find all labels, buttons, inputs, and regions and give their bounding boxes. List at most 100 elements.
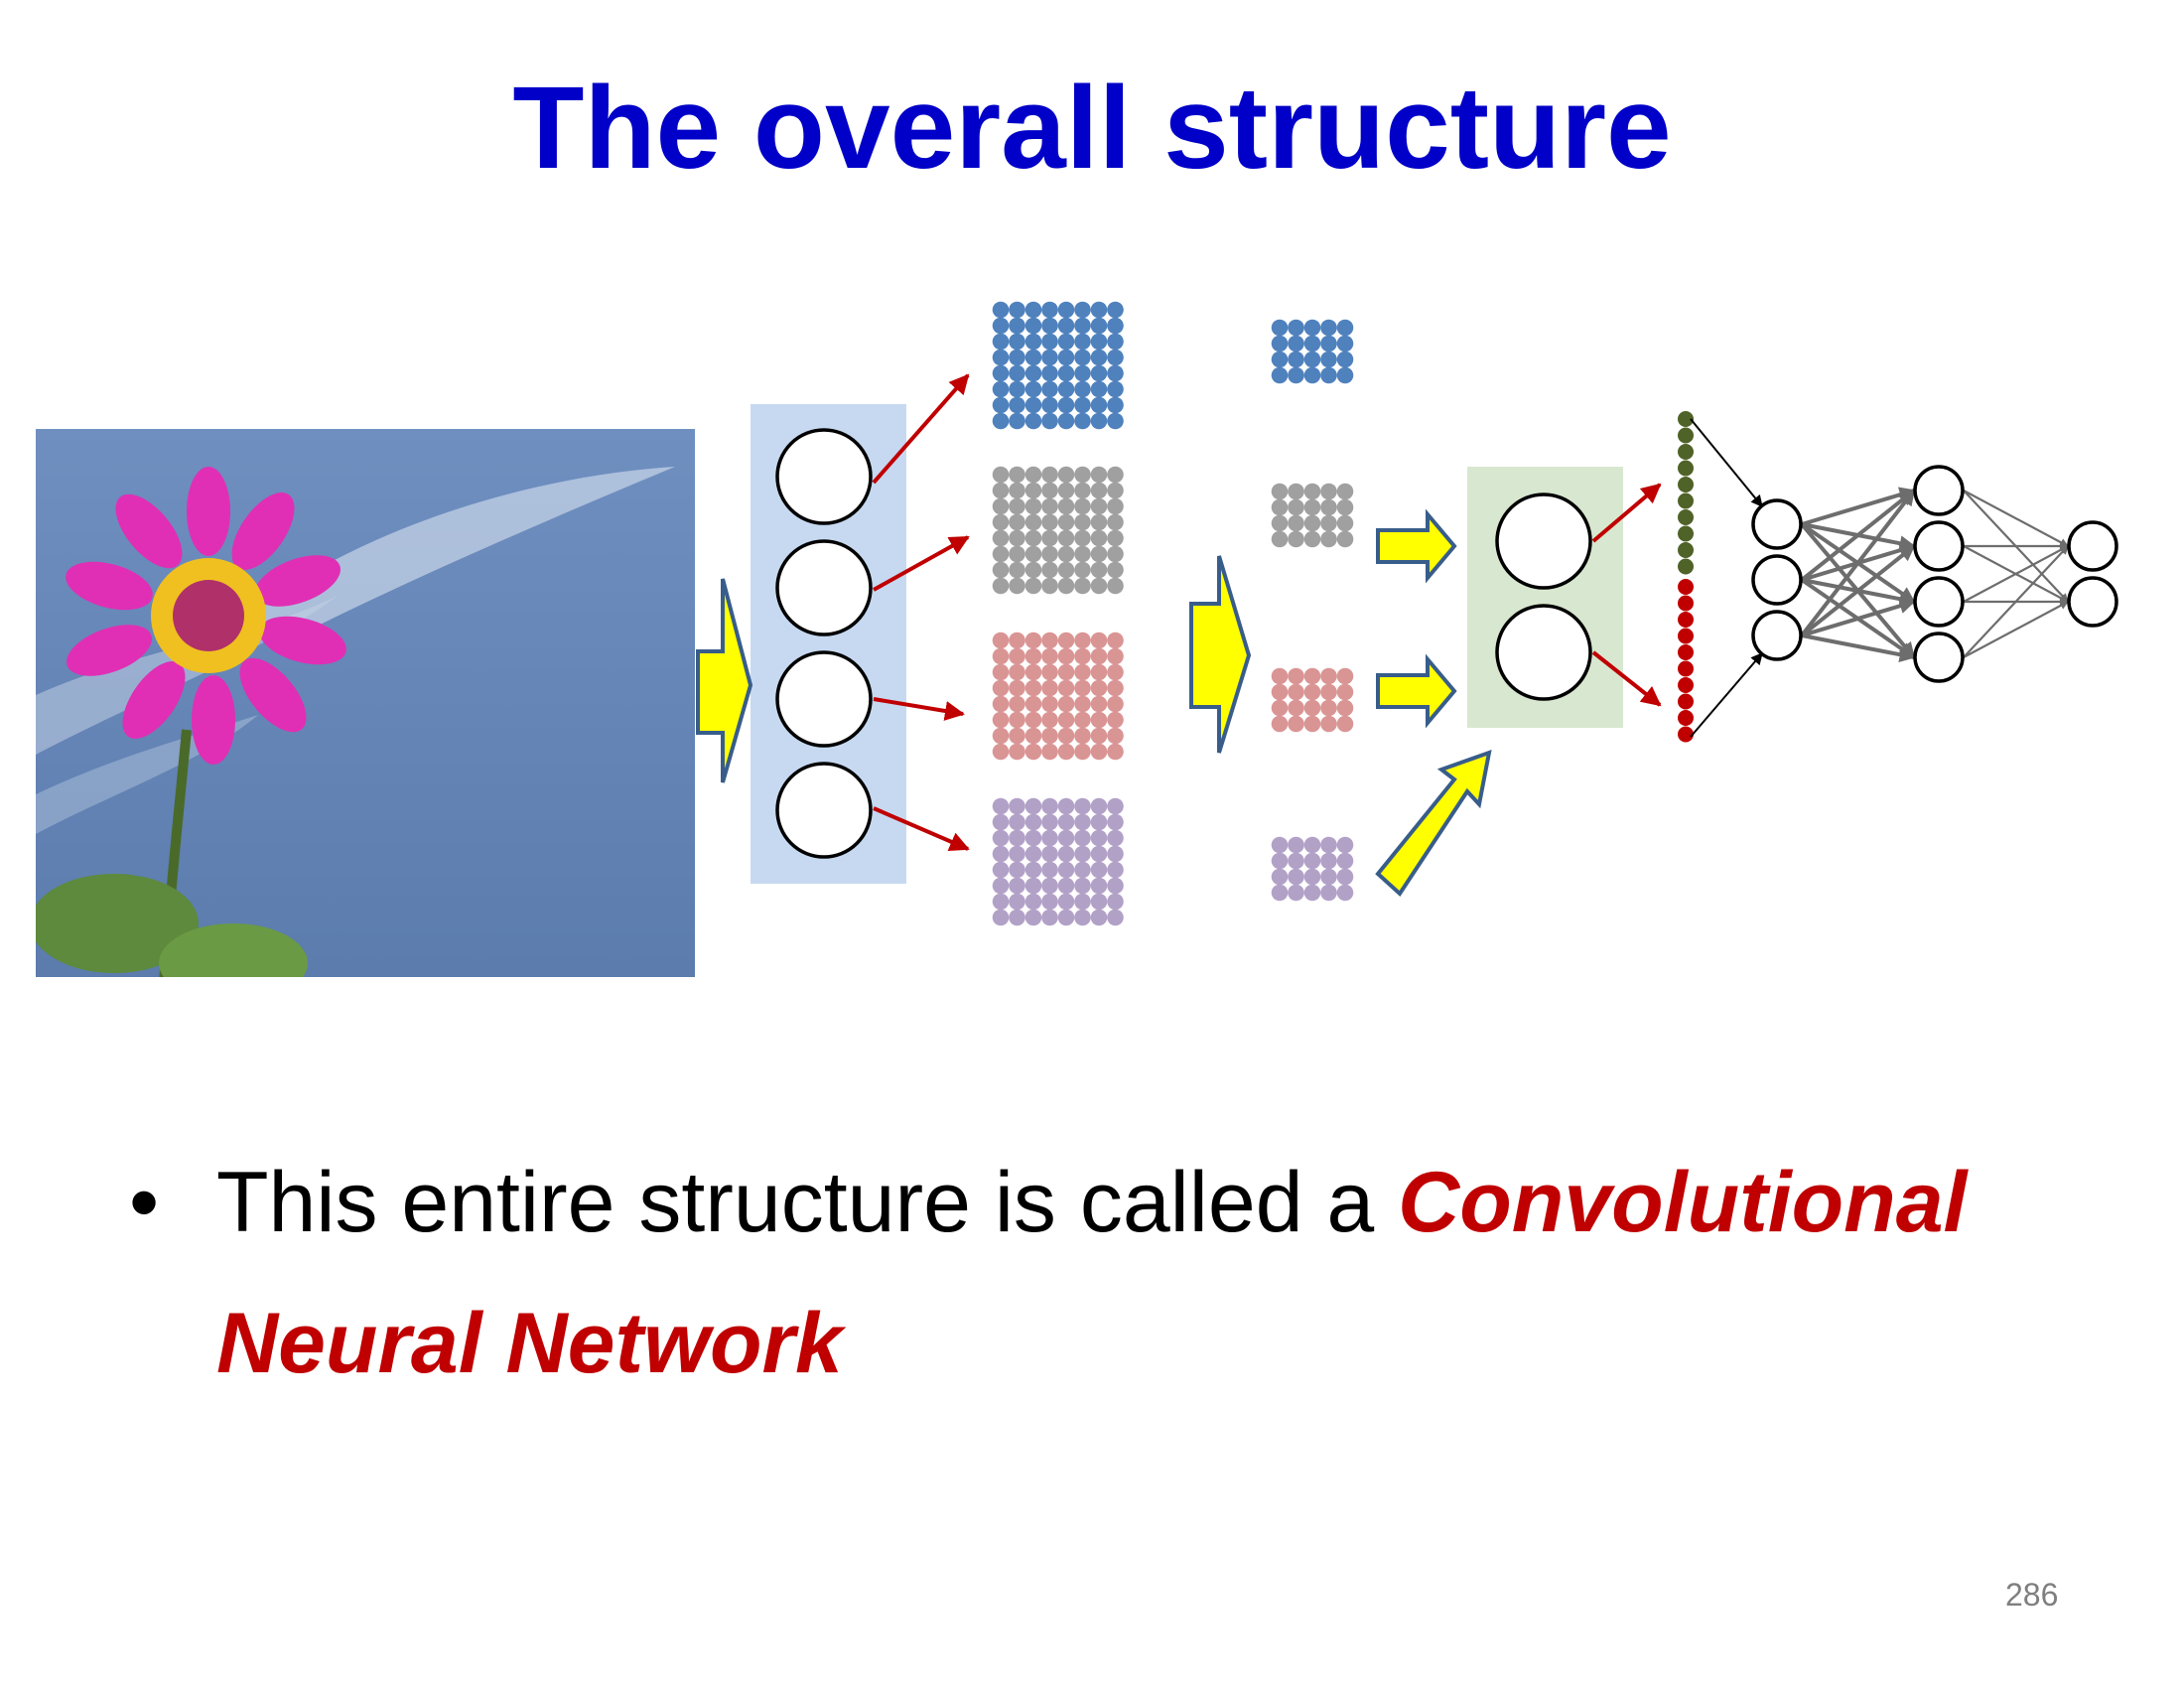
feature-map-2-cell (1107, 545, 1124, 563)
feature-map-2-cell (1024, 466, 1042, 484)
feature-map-1-cell (1009, 396, 1025, 414)
feature-map-2-cell (1041, 482, 1058, 499)
feature-map-2-cell (1057, 466, 1075, 484)
pooled-map-3-cell (1320, 683, 1337, 701)
pooled-map-4-cell (1288, 852, 1304, 870)
feature-map-4-cell (1024, 909, 1042, 926)
feature-map-2-cell (1057, 513, 1075, 531)
feature-map-4-cell (1024, 797, 1042, 815)
pooled-map-4-cell (1271, 884, 1289, 902)
feature-map-1-cell (1090, 380, 1108, 398)
pooled-map-3-cell (1303, 667, 1321, 685)
feature-map-2-cell (992, 482, 1010, 499)
pooled-map-1-cell (1303, 335, 1321, 352)
pooled-map-1-cell (1336, 351, 1354, 368)
yellow-arrow-4 (1376, 653, 1457, 729)
feature-map-4-cell (1009, 845, 1025, 863)
feature-map-4-cell (1057, 829, 1075, 847)
feature-map-2-cell (1009, 466, 1025, 484)
pooled-map-4-cell (1336, 836, 1354, 854)
feature-map-4-cell (1107, 797, 1124, 815)
feature-map-3-cell (992, 743, 1010, 761)
feature-map-2-cell (1090, 561, 1108, 579)
feature-map-1-cell (1041, 412, 1058, 430)
feature-map-1-cell (1024, 349, 1042, 366)
pooled-map-2-cell (1288, 498, 1304, 516)
feature-map-1-cell (1107, 396, 1124, 414)
feature-map-1-cell (1107, 301, 1124, 319)
pooled-map-1-cell (1288, 335, 1304, 352)
pooled-map-3-cell (1320, 699, 1337, 717)
feature-map-2-cell (1024, 545, 1042, 563)
feature-map-2-cell (1041, 561, 1058, 579)
feature-map-1-cell (1057, 301, 1075, 319)
feature-map-1-cell (1057, 333, 1075, 351)
feature-map-4-cell (1041, 797, 1058, 815)
feature-map-1-cell (1024, 333, 1042, 351)
pooled-map-2-cell (1271, 530, 1289, 548)
feature-map-2-cell (1024, 577, 1042, 595)
flattened-vector (1678, 411, 1694, 743)
feature-map-4-cell (1074, 797, 1091, 815)
feature-map-2-cell (1107, 466, 1124, 484)
feature-map-1-cell (1107, 364, 1124, 382)
feature-map-3-cell (1041, 711, 1058, 729)
feature-map-1-cell (992, 301, 1010, 319)
feature-map-3-cell (1107, 632, 1124, 649)
pooled-map-4-cell (1320, 868, 1337, 886)
pooled-map-4-cell (1320, 836, 1337, 854)
pooled-map-4-cell (1320, 884, 1337, 902)
feature-map-3-cell (1024, 632, 1042, 649)
pooled-map-4-cell (1303, 836, 1321, 854)
feature-map-3-cell (1041, 727, 1058, 745)
feature-map-2-cell (992, 561, 1010, 579)
pooled-map-4-cell (1303, 852, 1321, 870)
feature-map-3-cell (1009, 679, 1025, 697)
feature-maps-1 (992, 301, 1124, 926)
pooled-map-2-cell (1271, 483, 1289, 500)
feature-map-1-cell (1107, 380, 1124, 398)
feature-map-2-cell (992, 529, 1010, 547)
feature-map-4-cell (992, 813, 1010, 831)
feature-map-3-cell (1090, 632, 1108, 649)
feature-map-2-cell (1107, 561, 1124, 579)
pooled-map-2-cell (1336, 514, 1354, 532)
yellow-arrow-2 (1189, 555, 1252, 754)
feature-map-4-cell (1009, 909, 1025, 926)
feature-map-3-cell (1107, 727, 1124, 745)
feature-map-2-cell (1024, 529, 1042, 547)
feature-map-2-cell (1090, 466, 1108, 484)
mlp-edge (1801, 487, 1916, 526)
feature-map-4-cell (1057, 909, 1075, 926)
feature-map-1-cell (1041, 364, 1058, 382)
feature-map-3-cell (1009, 632, 1025, 649)
feature-map-4-cell (1041, 861, 1058, 879)
feature-map-2-cell (1009, 577, 1025, 595)
bullet-emphasis-1: Convolutional (1398, 1155, 1968, 1250)
feature-map-2-cell (1057, 482, 1075, 499)
feature-map-4-cell (992, 829, 1010, 847)
feature-map-1-cell (1009, 412, 1025, 430)
cnn-diagram (36, 301, 2118, 977)
bullet-emphasis-2: Neural Network (216, 1296, 843, 1391)
feature-map-4-cell (1041, 845, 1058, 863)
pooled-map-4-cell (1271, 836, 1289, 854)
feature-map-1-cell (1041, 349, 1058, 366)
feature-map-3-cell (1041, 743, 1058, 761)
feature-map-4-cell (1074, 909, 1091, 926)
feature-map-2-cell (992, 466, 1010, 484)
pooled-map-3-cell (1271, 667, 1289, 685)
mlp-node-layer-2 (1913, 520, 1965, 572)
feature-map-2-cell (1057, 529, 1075, 547)
flattened-red-node (1678, 612, 1694, 628)
pooled-map-3-cell (1303, 683, 1321, 701)
feature-map-4-cell (1107, 829, 1124, 847)
feature-map-3-cell (1074, 695, 1091, 713)
flattened-red-node (1678, 660, 1694, 677)
feature-map-1-cell (1107, 412, 1124, 430)
flattened-green-node (1678, 460, 1694, 477)
feature-map-4-cell (1009, 861, 1025, 879)
feature-map-1-cell (1041, 380, 1058, 398)
feature-map-1-cell (1024, 380, 1042, 398)
feature-map-3-cell (1024, 663, 1042, 681)
